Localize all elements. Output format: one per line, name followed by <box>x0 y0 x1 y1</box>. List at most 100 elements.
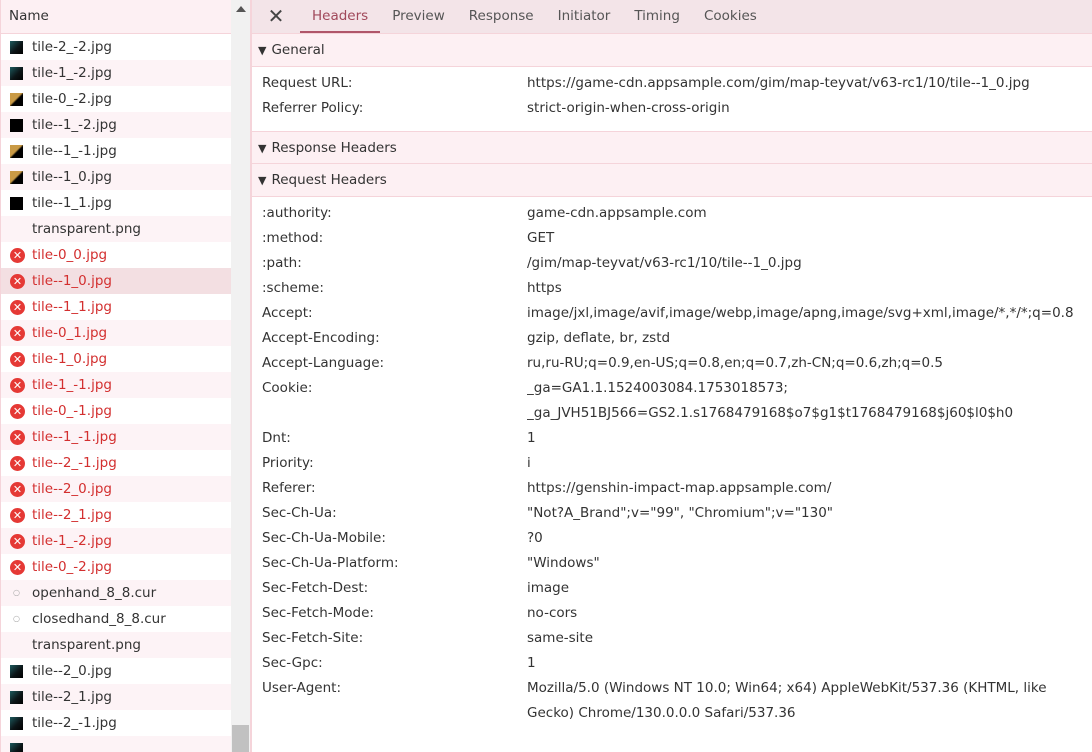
request-row[interactable]: ✕ tile-0_1.jpg <box>1 320 231 346</box>
cursor-file-icon: ○ <box>13 614 20 623</box>
header-value-line: GET <box>527 230 555 246</box>
header-name: :authority: <box>262 205 332 221</box>
response-headers-section-header[interactable]: ▼ Response Headers <box>252 131 1092 164</box>
request-name: tile-0_-2.jpg <box>32 559 112 575</box>
request-row[interactable]: ○ closedhand_8_8.cur <box>1 606 231 632</box>
request-row[interactable]: ✕ tile--1_1.jpg <box>1 294 231 320</box>
request-row[interactable]: tile-0_-2.jpg <box>1 86 231 112</box>
request-headers-section: :authority: game-cdn.appsample.com:method… <box>252 197 1092 736</box>
header-value: https://genshin-impact-map.appsample.com… <box>527 476 1092 501</box>
request-name: openhand_8_8.cur <box>32 585 157 601</box>
header-value-line: no-cors <box>527 605 578 621</box>
request-rows: tile-2_-2.jpg tile-1_-2.jpg tile-0_-2.jpg t… <box>1 34 231 752</box>
request-row[interactable]: ✕ tile--1_0.jpg <box>1 268 231 294</box>
header-name: Accept-Language: <box>262 355 385 371</box>
general-section: Request URL: https://game-cdn.appsample.c… <box>252 67 1092 131</box>
request-row[interactable]: tile--1_-1.jpg <box>1 138 231 164</box>
header-value-line: game-cdn.appsample.com <box>527 205 707 221</box>
scrollbar-thumb[interactable] <box>232 725 249 752</box>
error-icon: ✕ <box>10 377 25 393</box>
tab-preview[interactable]: Preview <box>380 0 457 33</box>
header-value: 1 <box>527 426 1092 451</box>
request-row[interactable]: ✕ tile-1_0.jpg <box>1 346 231 372</box>
header-value: "Not?A_Brand";v="99", "Chromium";v="130" <box>527 501 1092 526</box>
header-value-line: https <box>527 280 562 296</box>
header-value: 1 <box>527 651 1092 676</box>
tab-initiator[interactable]: Initiator <box>546 0 623 33</box>
header-value: gzip, deflate, br, zstd <box>527 326 1092 351</box>
request-row[interactable]: tile--2_1.jpg <box>1 684 231 710</box>
request-name: tile--1_-1.jpg <box>32 143 117 159</box>
header-name: Sec-Ch-Ua: <box>262 505 337 521</box>
tab-timing[interactable]: Timing <box>622 0 692 33</box>
request-list-scrollbar[interactable] <box>231 0 250 752</box>
tab-cookies[interactable]: Cookies <box>692 0 769 33</box>
header-name: Sec-Fetch-Dest: <box>262 580 369 596</box>
request-name: closedhand_8_8.cur <box>32 611 166 627</box>
header-row: :authority: game-cdn.appsample.com <box>252 201 1092 226</box>
request-name: tile-0_1.jpg <box>32 325 108 341</box>
tab-response[interactable]: Response <box>457 0 546 33</box>
header-value-line: https://game-cdn.appsample.com/gim/map-t… <box>527 75 1030 91</box>
request-row[interactable]: ✕ tile-1_-2.jpg <box>1 528 231 554</box>
request-row[interactable]: tile--2_0.jpg <box>1 658 231 684</box>
header-row: Accept: image/jxl,image/avif,image/webp,i… <box>252 301 1092 326</box>
general-section-header[interactable]: ▼ General <box>252 34 1092 67</box>
request-name: tile--2_1.jpg <box>32 507 112 523</box>
header-name: Sec-Ch-Ua-Platform: <box>262 555 399 571</box>
header-value: strict-origin-when-cross-origin <box>527 96 1092 121</box>
header-value: same-site <box>527 626 1092 651</box>
request-row[interactable]: ✕ tile--1_-1.jpg <box>1 424 231 450</box>
header-value-line: Mozilla/5.0 (Windows NT 10.0; Win64; x64… <box>527 680 1047 696</box>
request-row[interactable]: ✕ tile-0_0.jpg <box>1 242 231 268</box>
error-icon: ✕ <box>10 273 25 289</box>
request-row[interactable]: tile--1_1.jpg <box>1 190 231 216</box>
scroll-up-arrow-icon[interactable] <box>236 6 246 12</box>
header-row: Sec-Fetch-Dest: image <box>252 576 1092 601</box>
request-name: tile--1_0.jpg <box>32 169 112 185</box>
header-name: Accept-Encoding: <box>262 330 380 346</box>
name-column-header[interactable]: Name <box>1 0 231 34</box>
request-row[interactable]: ✕ tile-1_-1.jpg <box>1 372 231 398</box>
header-value-line: 1 <box>527 430 536 446</box>
header-value-line: Gecko) Chrome/130.0.0.0 Safari/537.36 <box>527 705 796 721</box>
request-row[interactable]: ✕ tile-0_-1.jpg <box>1 398 231 424</box>
request-row[interactable]: ✕ tile--2_1.jpg <box>1 502 231 528</box>
request-row[interactable]: ✕ tile--2_0.jpg <box>1 476 231 502</box>
header-value: ru,ru-RU;q=0.9,en-US;q=0.8,en;q=0.7,zh-C… <box>527 351 1092 376</box>
header-row: Priority: i <box>252 451 1092 476</box>
request-row[interactable]: transparent.png <box>1 632 231 658</box>
header-value: https <box>527 276 1092 301</box>
request-row[interactable]: ✕ tile-0_-2.jpg <box>1 554 231 580</box>
header-name: Request URL: <box>262 75 353 91</box>
header-value-line: image/jxl,image/avif,image/webp,image/ap… <box>527 305 1074 321</box>
header-name: Sec-Fetch-Mode: <box>262 605 374 621</box>
request-headers-section-header[interactable]: ▼ Request Headers <box>252 164 1092 197</box>
request-name: tile--2_0.jpg <box>32 663 112 679</box>
request-name: tile-1_-2.jpg <box>32 533 112 549</box>
request-row[interactable]: transparent.png <box>1 216 231 242</box>
request-row[interactable]: ✕ tile--2_-1.jpg <box>1 450 231 476</box>
details-tab-bar: ✕ Headers Preview Response Initiator Timing C… <box>252 0 1092 34</box>
header-value: image <box>527 576 1092 601</box>
request-name: tile--1_0.jpg <box>32 273 112 289</box>
close-icon[interactable]: ✕ <box>252 0 300 33</box>
request-row[interactable]: tile-2_-2.jpg <box>1 34 231 60</box>
image-thumbnail-icon <box>10 690 23 704</box>
header-row: Sec-Gpc: 1 <box>252 651 1092 676</box>
header-name: Referer: <box>262 480 316 496</box>
request-name: tile--2_-1.jpg <box>32 715 117 731</box>
request-row[interactable]: tile--1_0.jpg <box>1 164 231 190</box>
error-icon: ✕ <box>10 325 25 341</box>
request-row[interactable]: tile-1_-2.jpg <box>1 60 231 86</box>
image-thumbnail-icon <box>10 144 23 158</box>
request-row[interactable]: tile--1_-2.jpg <box>1 112 231 138</box>
request-row[interactable] <box>1 736 231 752</box>
header-value-line: /gim/map-teyvat/v63-rc1/10/tile--1_0.jpg <box>527 255 802 271</box>
tab-headers[interactable]: Headers <box>300 0 381 33</box>
header-value: game-cdn.appsample.com <box>527 201 1092 226</box>
request-row[interactable]: tile--2_-1.jpg <box>1 710 231 736</box>
request-row[interactable]: ○ openhand_8_8.cur <box>1 580 231 606</box>
header-value-line: same-site <box>527 630 594 646</box>
header-row: Referrer Policy: strict-origin-when-cross… <box>252 96 1092 121</box>
